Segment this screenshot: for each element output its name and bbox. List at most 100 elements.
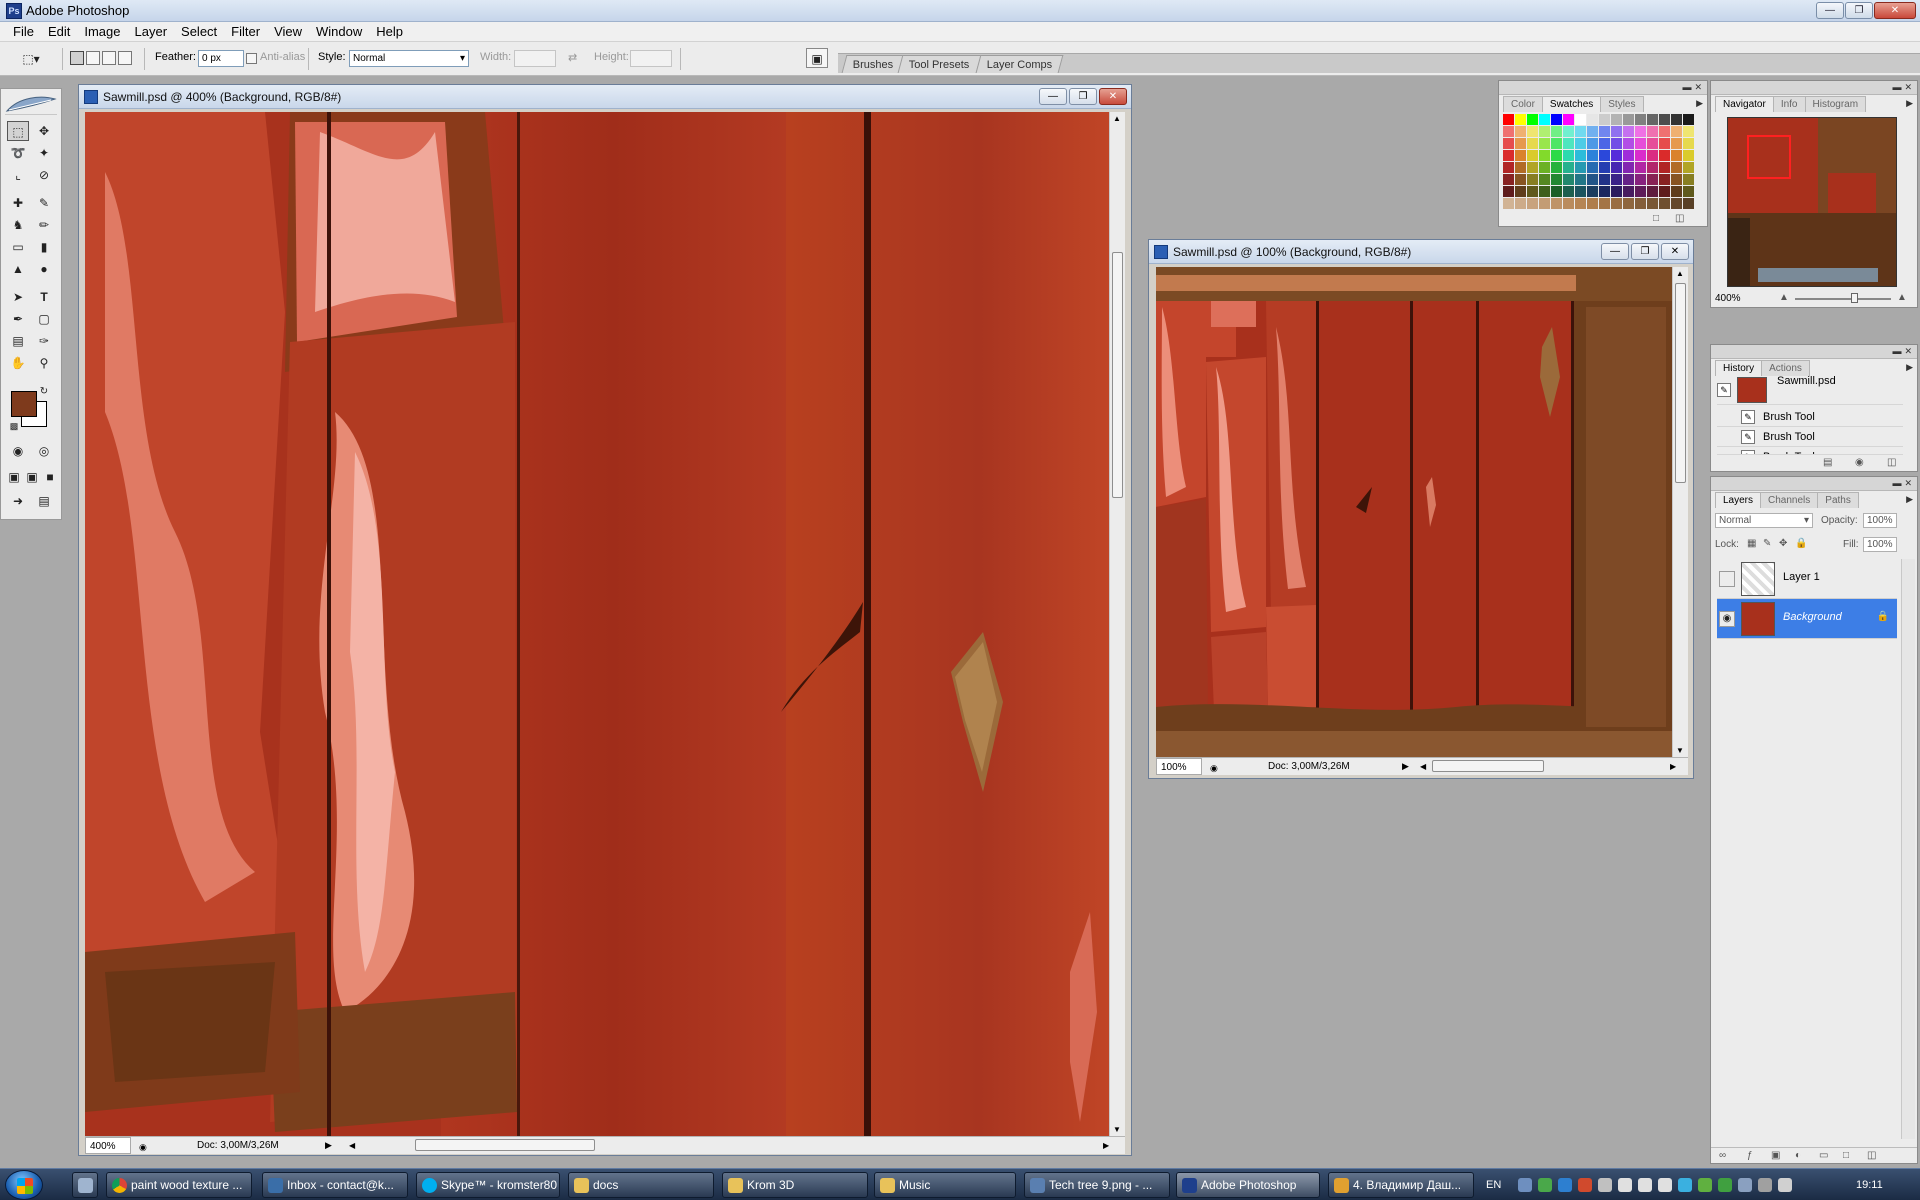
jump-to-imageready-icon[interactable]: ➜: [7, 491, 29, 511]
vertical-scrollbar[interactable]: ▲ ▼: [1672, 267, 1688, 757]
intersect-selection-button[interactable]: [118, 51, 132, 65]
delete-state-icon[interactable]: ◫: [1887, 457, 1896, 468]
color-swatch[interactable]: [1563, 174, 1574, 185]
zoom-in-icon[interactable]: ▲: [1897, 292, 1907, 303]
slice-tool[interactable]: ⊘: [33, 165, 55, 185]
well-tab-tool-presets[interactable]: Tool Presets: [897, 55, 981, 73]
color-swatch[interactable]: [1575, 186, 1586, 197]
menu-window[interactable]: Window: [309, 22, 369, 41]
color-swatch[interactable]: [1539, 186, 1550, 197]
tray-network-icon[interactable]: [1518, 1178, 1532, 1192]
color-swatch[interactable]: [1647, 186, 1658, 197]
palette-menu-icon[interactable]: ▶: [1696, 98, 1703, 109]
color-swatch[interactable]: [1647, 174, 1658, 185]
menu-layer[interactable]: Layer: [128, 22, 175, 41]
tray-media-previous-icon[interactable]: [1618, 1178, 1632, 1192]
color-swatch[interactable]: [1515, 198, 1526, 209]
color-swatch[interactable]: [1587, 162, 1598, 173]
move-tool[interactable]: ✥: [33, 121, 55, 141]
color-swatch[interactable]: [1527, 198, 1538, 209]
status-menu-arrow-icon[interactable]: ▶: [325, 1137, 332, 1154]
anti-alias-checkbox[interactable]: [246, 53, 257, 64]
task-tech-tree-image[interactable]: Tech tree 9.png - ...: [1024, 1172, 1170, 1198]
color-swatch[interactable]: [1515, 162, 1526, 173]
language-indicator[interactable]: EN: [1486, 1169, 1501, 1200]
dodge-tool[interactable]: ●: [33, 259, 55, 279]
color-swatch[interactable]: [1659, 138, 1670, 149]
color-swatch[interactable]: [1551, 114, 1562, 125]
color-swatch[interactable]: [1659, 198, 1670, 209]
canvas-400[interactable]: [85, 112, 1109, 1136]
color-swatch[interactable]: [1623, 126, 1634, 137]
color-swatch[interactable]: [1539, 174, 1550, 185]
color-swatch[interactable]: [1659, 114, 1670, 125]
height-input[interactable]: [630, 50, 672, 67]
tab-info[interactable]: Info: [1772, 96, 1806, 112]
tab-color[interactable]: Color: [1503, 96, 1543, 112]
horizontal-scroll-thumb[interactable]: [1432, 760, 1544, 772]
well-tab-layer-comps[interactable]: Layer Comps: [975, 55, 1064, 73]
palette-window-buttons[interactable]: ▬✕: [1682, 82, 1705, 93]
color-swatch[interactable]: [1635, 126, 1646, 137]
color-swatch[interactable]: [1671, 174, 1682, 185]
navigator-zoom-slider-thumb[interactable]: [1851, 293, 1858, 303]
document-close-button[interactable]: ✕: [1661, 243, 1689, 260]
tray-app-icon[interactable]: [1718, 1178, 1732, 1192]
opacity-input[interactable]: 100%: [1863, 513, 1897, 528]
color-swatch[interactable]: [1587, 114, 1598, 125]
vertical-scroll-thumb[interactable]: [1675, 283, 1686, 483]
color-swatch[interactable]: [1599, 138, 1610, 149]
color-swatch[interactable]: [1671, 186, 1682, 197]
taskbar-clock[interactable]: 19:11: [1856, 1169, 1883, 1200]
eraser-tool[interactable]: ▭: [7, 237, 29, 257]
minimize-button[interactable]: —: [1816, 2, 1844, 19]
color-swatch[interactable]: [1563, 162, 1574, 173]
well-tab-brushes[interactable]: Brushes: [841, 55, 905, 73]
blend-mode-select[interactable]: Normal: [1715, 513, 1813, 528]
color-swatch[interactable]: [1503, 150, 1514, 161]
tray-media-play-icon[interactable]: [1638, 1178, 1652, 1192]
color-swatch[interactable]: [1659, 174, 1670, 185]
color-swatch[interactable]: [1503, 174, 1514, 185]
color-swatch[interactable]: [1503, 186, 1514, 197]
history-snapshot[interactable]: ✎ Sawmill.psd: [1717, 375, 1903, 405]
eyedropper-tool[interactable]: ✑: [33, 331, 55, 351]
color-swatch[interactable]: [1575, 198, 1586, 209]
color-swatch[interactable]: [1611, 162, 1622, 173]
color-swatch[interactable]: [1659, 186, 1670, 197]
palette-window-buttons[interactable]: ▬✕: [1892, 346, 1915, 357]
color-swatch[interactable]: [1623, 186, 1634, 197]
color-swatch[interactable]: [1683, 126, 1694, 137]
color-swatch[interactable]: [1635, 198, 1646, 209]
color-swatch[interactable]: [1599, 174, 1610, 185]
new-document-from-state-icon[interactable]: ▤: [1823, 457, 1832, 468]
history-brush-source-icon[interactable]: ✎: [1717, 383, 1731, 397]
magic-wand-tool[interactable]: ✦: [33, 143, 55, 163]
scroll-up-arrow-icon[interactable]: ▲: [1113, 114, 1121, 123]
full-screen-menu-mode-icon[interactable]: ▣: [23, 467, 41, 487]
color-swatch[interactable]: [1551, 138, 1562, 149]
color-swatch[interactable]: [1515, 186, 1526, 197]
palette-header[interactable]: ▬✕: [1711, 477, 1917, 491]
subtract-from-selection-button[interactable]: [102, 51, 116, 65]
task-music-folder[interactable]: Music: [874, 1172, 1016, 1198]
status-info-icon[interactable]: ◉: [1210, 760, 1218, 777]
palette-menu-icon[interactable]: ▶: [1906, 494, 1913, 505]
color-swatch[interactable]: [1503, 126, 1514, 137]
swap-colors-icon[interactable]: ↻: [37, 385, 51, 399]
tab-paths[interactable]: Paths: [1817, 492, 1859, 508]
rectangular-marquee-tool[interactable]: ⬚: [7, 121, 29, 141]
imageready-icon[interactable]: ▤: [33, 491, 55, 511]
color-swatch[interactable]: [1515, 138, 1526, 149]
vertical-scroll-thumb[interactable]: [1112, 252, 1123, 498]
tray-app-icon[interactable]: [1678, 1178, 1692, 1192]
status-info-icon[interactable]: ◉: [139, 1139, 147, 1156]
color-swatch[interactable]: [1623, 162, 1634, 173]
tab-histogram[interactable]: Histogram: [1804, 96, 1867, 112]
task-adobe-photoshop[interactable]: Adobe Photoshop: [1176, 1172, 1320, 1198]
color-swatch[interactable]: [1647, 126, 1658, 137]
color-swatch[interactable]: [1587, 186, 1598, 197]
crop-tool[interactable]: ⌞: [7, 165, 29, 185]
color-swatch[interactable]: [1635, 114, 1646, 125]
color-swatch[interactable]: [1659, 162, 1670, 173]
